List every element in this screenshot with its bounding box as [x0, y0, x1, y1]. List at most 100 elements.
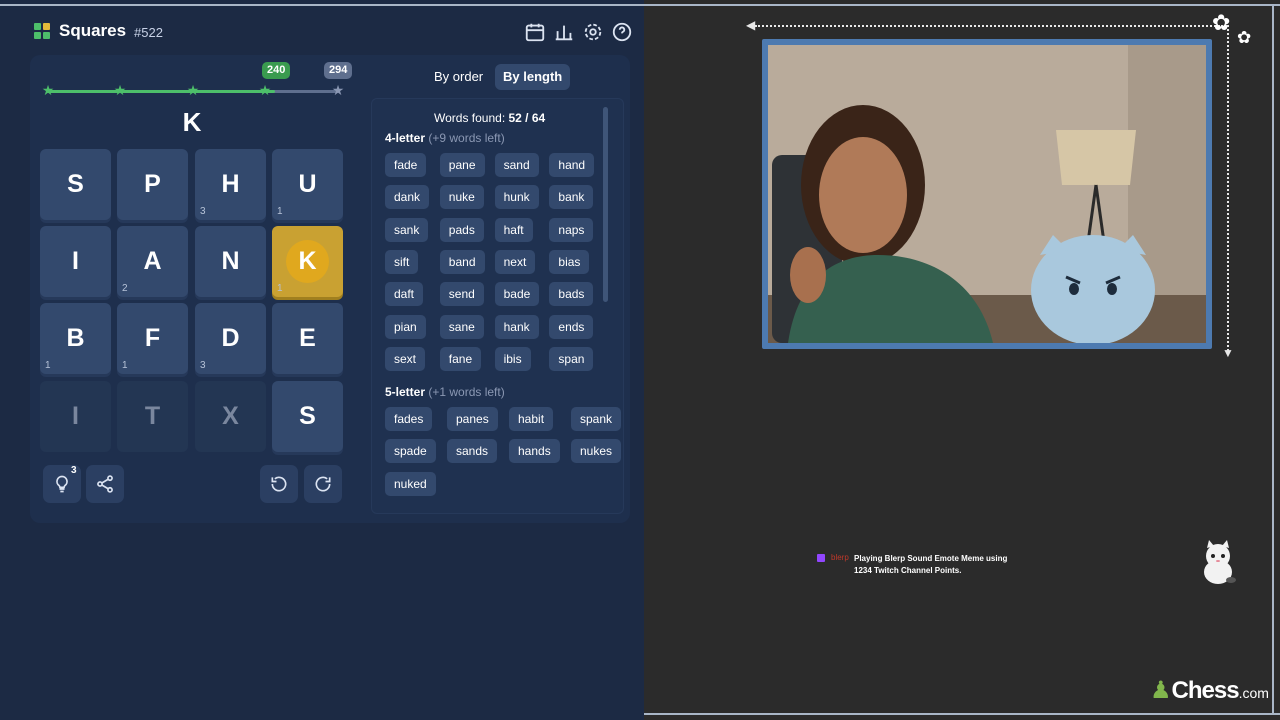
tile-word-count: 2	[122, 283, 128, 294]
word-chip[interactable]: habit	[509, 407, 554, 431]
puzzle-number: #522	[134, 25, 163, 40]
word-chip[interactable]: next	[494, 249, 536, 274]
letter-tile[interactable]: K1	[272, 226, 343, 297]
squares-app: Squares #522 240 294 ★ ★ ★ ★ ★ K SPH3U1I…	[0, 0, 644, 720]
word-chip[interactable]: pian	[385, 314, 426, 339]
twitch-icon	[817, 554, 825, 562]
word-chip[interactable]: span	[549, 346, 594, 371]
word-chip[interactable]: pads	[439, 217, 484, 242]
tile-letter: F	[144, 324, 161, 352]
word-chip[interactable]: sand	[494, 153, 539, 177]
letter-tile[interactable]: N	[195, 226, 266, 297]
star-icon: ★	[186, 82, 200, 98]
overlay-border-bottom	[644, 713, 1280, 715]
tile-word-count: 3	[200, 206, 206, 217]
word-chip[interactable]: ends	[549, 314, 594, 339]
arrow-down-icon: ▼	[1222, 346, 1234, 360]
redo-icon	[315, 476, 331, 492]
word-chip[interactable]: hank	[494, 314, 539, 339]
flower-icon: ✿	[1212, 10, 1231, 35]
tile-letter: P	[144, 170, 161, 198]
words-found-label: Words found:	[434, 111, 506, 125]
tab-by-length[interactable]: By length	[495, 64, 571, 90]
calendar-icon[interactable]	[524, 21, 546, 43]
star-icon: ★	[258, 82, 272, 98]
word-chip[interactable]: sank	[385, 217, 429, 242]
squares-logo-icon	[34, 23, 51, 40]
word-chip[interactable]: sane	[439, 314, 484, 339]
word-chip[interactable]: spade	[385, 439, 436, 464]
word-chip[interactable]: hunk	[494, 185, 539, 210]
word-chip[interactable]: nukes	[571, 439, 622, 464]
tile-letter: K	[298, 247, 317, 275]
letter-tile[interactable]: T	[117, 381, 188, 452]
letter-tile[interactable]: S	[40, 149, 111, 220]
letter-tile[interactable]: B1	[40, 303, 111, 374]
word-chip[interactable]: nuked	[385, 471, 436, 496]
word-chip[interactable]: bank	[549, 185, 594, 210]
letter-tile[interactable]: U1	[272, 149, 343, 220]
star-icon: ★	[41, 82, 55, 98]
word-chip[interactable]: band	[439, 249, 485, 274]
letter-tile[interactable]: I	[40, 381, 111, 452]
tile-letter: I	[72, 247, 79, 275]
word-chip[interactable]: hand	[549, 153, 595, 177]
word-chip[interactable]: haft	[494, 217, 533, 242]
letter-tile[interactable]: I	[40, 226, 111, 297]
dotted-line	[755, 25, 1223, 27]
word-chip[interactable]: panes	[447, 407, 498, 431]
word-chip[interactable]: sext	[385, 346, 426, 371]
score-badge-current: 240	[262, 62, 291, 79]
share-icon	[97, 475, 113, 493]
word-chip[interactable]: nuke	[439, 185, 484, 210]
letter-tile[interactable]: S	[272, 381, 343, 452]
tile-word-count: 1	[277, 283, 283, 294]
word-chip[interactable]: spank	[571, 407, 622, 431]
letter-tile[interactable]: X	[195, 381, 266, 452]
section-4-letter: 4-letter (+9 words left)	[385, 131, 505, 145]
word-chip[interactable]: send	[439, 282, 484, 307]
tile-word-count: 1	[122, 360, 128, 371]
word-chip[interactable]: daft	[385, 282, 424, 307]
word-chip[interactable]: pane	[439, 153, 485, 177]
section-title: 5-letter	[385, 385, 426, 399]
word-chip[interactable]: sift	[385, 249, 419, 274]
hint-count: 3	[71, 465, 77, 476]
chess-com-logo: ♟Chess.com	[1150, 676, 1269, 705]
word-chip[interactable]: bads	[549, 282, 594, 307]
tab-by-order[interactable]: By order	[427, 65, 490, 89]
word-chip[interactable]: naps	[549, 217, 594, 242]
help-icon[interactable]	[611, 21, 633, 43]
word-chip[interactable]: bade	[494, 282, 540, 307]
undo-button[interactable]	[260, 465, 298, 503]
word-chip[interactable]: ibis	[494, 346, 531, 371]
redo-button[interactable]	[304, 465, 342, 503]
letter-tile[interactable]: H3	[195, 149, 266, 220]
word-chip[interactable]: sands	[447, 439, 498, 464]
dotted-line	[1227, 25, 1229, 351]
word-list-scrollbar[interactable]	[603, 107, 608, 302]
share-button[interactable]	[86, 465, 124, 503]
word-chip[interactable]: fane	[439, 346, 482, 371]
word-chip[interactable]: fade	[385, 153, 427, 177]
tile-word-count: 3	[200, 360, 206, 371]
word-chip[interactable]: bias	[549, 249, 590, 274]
letter-tile[interactable]: F1	[117, 303, 188, 374]
tile-letter: A	[143, 247, 162, 275]
letter-tile[interactable]: A2	[117, 226, 188, 297]
words-found-value: 52 / 64	[508, 111, 546, 125]
section-remaining: (+9 words left)	[428, 131, 505, 145]
settings-icon[interactable]	[582, 21, 604, 43]
star-icon: ★	[113, 82, 127, 98]
letter-tile[interactable]: E	[272, 303, 343, 374]
word-chip[interactable]: hands	[509, 439, 560, 464]
word-chip[interactable]: dank	[385, 185, 430, 210]
webcam-feed	[768, 45, 1206, 343]
app-header: Squares #522	[0, 0, 644, 62]
tile-letter: I	[72, 402, 79, 430]
letter-tile[interactable]: D3	[195, 303, 266, 374]
letter-tile[interactable]: P	[117, 149, 188, 220]
stats-icon[interactable]	[553, 21, 575, 43]
hint-icon	[56, 475, 68, 493]
word-chip[interactable]: fades	[385, 407, 433, 431]
